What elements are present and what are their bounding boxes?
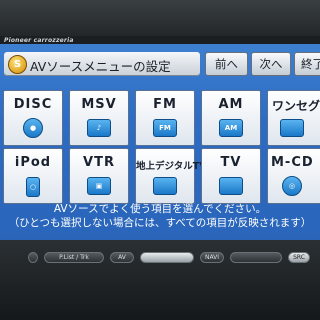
volume-rocker[interactable] bbox=[230, 252, 282, 263]
navi-button[interactable]: NAVI bbox=[200, 252, 224, 263]
digital-tv-icon bbox=[153, 177, 177, 195]
av-button[interactable]: AV bbox=[110, 252, 134, 263]
source-tile-oneseg[interactable]: ワンセグ bbox=[267, 90, 320, 146]
src-button[interactable]: SRC bbox=[288, 252, 310, 263]
tile-label: AM bbox=[218, 97, 244, 112]
title-bar: S AVソースメニューの設定 bbox=[4, 52, 200, 76]
hardware-panel: P.List / Trk AV NAVI SRC bbox=[0, 240, 320, 320]
power-knob-icon[interactable] bbox=[28, 252, 38, 263]
source-tile-m-cd[interactable]: M-CD ◎ bbox=[267, 148, 320, 204]
tile-label: DISC bbox=[13, 97, 53, 112]
source-tile-digital-tv[interactable]: 地上デジタルTV bbox=[135, 148, 207, 204]
multi-cd-icon: ◎ bbox=[282, 176, 302, 196]
tv-icon bbox=[280, 119, 304, 137]
playlist-track-button[interactable]: P.List / Trk bbox=[44, 252, 104, 263]
source-tile-vtr[interactable]: VTR ▣ bbox=[69, 148, 129, 204]
av-source-menu-screen: S AVソースメニューの設定 前へ 次へ 終了 DISC ● MSV ♪ FM … bbox=[0, 44, 320, 240]
tile-label: VTR bbox=[83, 155, 115, 170]
tile-label: FM bbox=[153, 97, 177, 112]
brand-logo: Pioneer carrozzeria bbox=[4, 37, 74, 44]
tv-icon bbox=[219, 177, 243, 195]
radio-fm-icon: FM bbox=[153, 119, 177, 137]
tile-label: M-CD bbox=[271, 155, 314, 170]
source-tile-tv[interactable]: TV bbox=[201, 148, 261, 204]
settings-badge-icon: S bbox=[8, 55, 27, 74]
car-button[interactable] bbox=[140, 252, 194, 263]
tile-label: 地上デジタルTV bbox=[136, 161, 207, 172]
disc-icon: ● bbox=[23, 118, 43, 138]
instruction-line-2: （ひとつも選択しない場合には、すべての項目が反映されます） bbox=[8, 217, 312, 229]
tile-label: ワンセグ bbox=[272, 99, 320, 113]
vtr-icon: ▣ bbox=[87, 177, 111, 195]
source-tile-disc[interactable]: DISC ● bbox=[3, 90, 63, 146]
instruction-message: AVソースでよく使う項目を選んでください。 （ひとつも選択しない場合には、すべて… bbox=[0, 202, 320, 230]
header: S AVソースメニューの設定 前へ 次へ 終了 bbox=[0, 52, 320, 76]
page-title: AVソースメニューの設定 bbox=[30, 59, 171, 74]
instruction-line-1: AVソースでよく使う項目を選んでください。 bbox=[53, 203, 267, 215]
end-button[interactable]: 終了 bbox=[294, 52, 320, 76]
source-tile-am[interactable]: AM AM bbox=[201, 90, 261, 146]
tile-label: TV bbox=[220, 155, 242, 170]
tile-label: iPod bbox=[14, 155, 52, 170]
next-button[interactable]: 次へ bbox=[251, 52, 291, 76]
music-server-icon: ♪ bbox=[87, 119, 111, 137]
radio-am-icon: AM bbox=[219, 119, 243, 137]
prev-button[interactable]: 前へ bbox=[205, 52, 248, 76]
source-tile-ipod[interactable]: iPod ○ bbox=[3, 148, 63, 204]
source-tile-fm[interactable]: FM FM bbox=[135, 90, 195, 146]
device-bezel bbox=[0, 0, 320, 36]
ipod-icon: ○ bbox=[26, 177, 40, 197]
source-tile-msv[interactable]: MSV ♪ bbox=[69, 90, 129, 146]
tile-label: MSV bbox=[81, 97, 117, 112]
